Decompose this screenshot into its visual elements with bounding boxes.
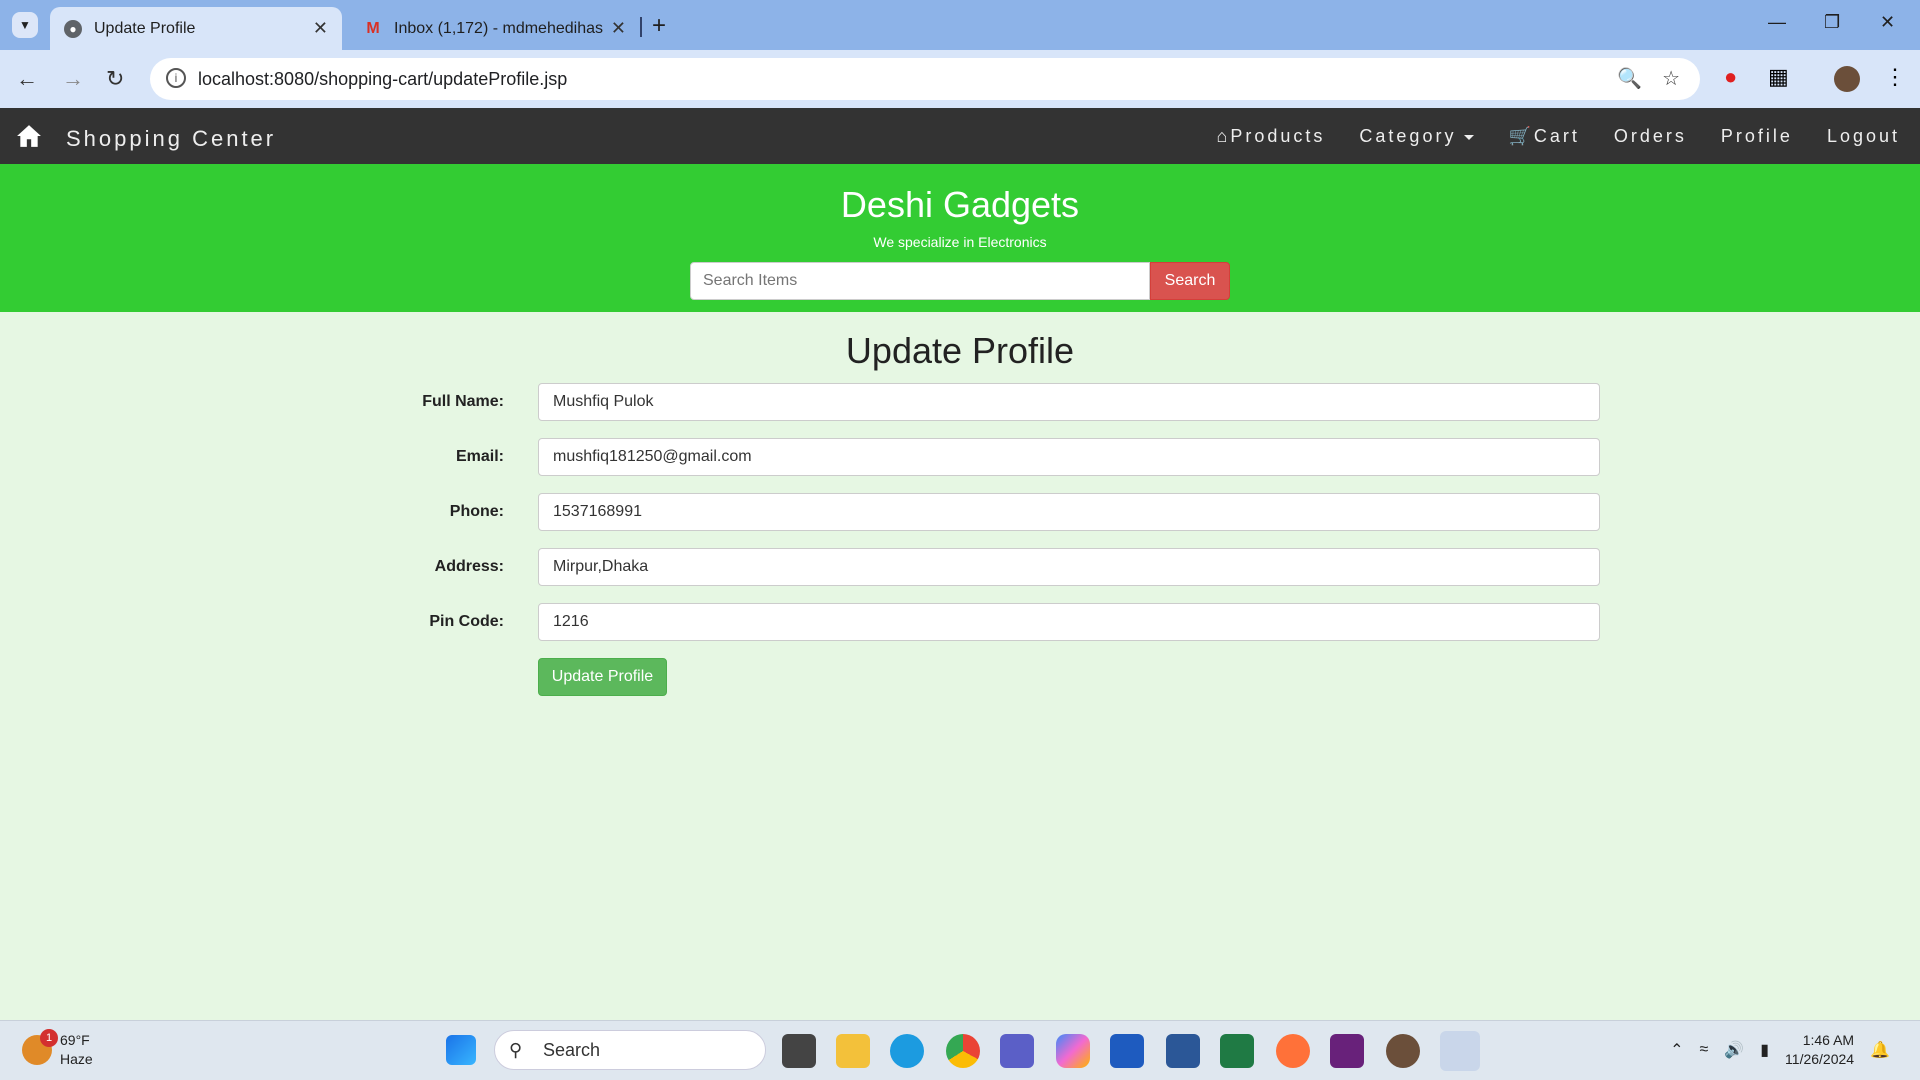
weather-widget[interactable]: 1 69°F Haze: [22, 1029, 93, 1069]
zoom-icon[interactable]: 🔍: [1617, 66, 1642, 91]
forward-icon[interactable]: →: [62, 66, 84, 92]
search-button[interactable]: Search: [1150, 262, 1230, 300]
full-name-label: Full Name:: [422, 393, 504, 410]
weather-icon: 1: [22, 1029, 58, 1065]
cart-icon: 🛒: [1508, 126, 1534, 146]
profile-avatar[interactable]: [1834, 66, 1860, 92]
system-tray: ⌃ ≈ 🔊 ▮ 1:46 AM 11/26/2024 🔔: [1670, 1031, 1890, 1069]
email-label: Email:: [455, 448, 504, 465]
bookmark-star-icon[interactable]: ☆: [1662, 66, 1680, 91]
windows-taskbar: 1 69°F Haze ⚲ Search ⌃ ≈ 🔊 ▮ 1:46 AM 11/…: [0, 1020, 1920, 1080]
wifi-icon[interactable]: ≈: [1700, 1041, 1709, 1059]
store-title: Deshi Gadgets: [840, 184, 1080, 225]
caret-down-icon: [1464, 134, 1475, 140]
search-icon: ⚲: [509, 1040, 523, 1060]
search-input[interactable]: [690, 262, 1150, 300]
edge-icon[interactable]: [890, 1034, 924, 1068]
extension-shield-icon[interactable]: ●: [1724, 64, 1737, 90]
brand-name[interactable]: Shopping Center: [66, 126, 276, 152]
taskbar-search[interactable]: ⚲ Search: [494, 1030, 766, 1070]
tab-update-profile[interactable]: ● Update Profile ✕: [50, 7, 342, 50]
notification-badge: 1: [40, 1029, 58, 1047]
firefox-icon[interactable]: [1276, 1034, 1310, 1068]
address-field[interactable]: [538, 548, 1600, 586]
email-field[interactable]: [538, 438, 1600, 476]
restore-icon[interactable]: ❐: [1824, 12, 1840, 33]
word-icon[interactable]: [1166, 1034, 1200, 1068]
form-row-pin-code: Pin Code:: [0, 603, 1920, 641]
form-row-email: Email:: [0, 438, 1920, 476]
address-label: Address:: [434, 558, 504, 575]
minimize-icon[interactable]: —: [1768, 12, 1786, 33]
form-row-phone: Phone:: [0, 493, 1920, 531]
form-row-address: Address:: [0, 548, 1920, 586]
hero-banner: Deshi Gadgets We specialize in Electroni…: [0, 164, 1920, 312]
url-text: localhost:8080/shopping-cart/updateProfi…: [198, 68, 568, 89]
new-tab-icon[interactable]: +: [652, 12, 666, 40]
form-row-full-name: Full Name:: [0, 383, 1920, 421]
nav-cart-label: Cart: [1533, 126, 1580, 146]
gmail-icon: M: [366, 19, 380, 37]
update-profile-button[interactable]: Update Profile: [538, 658, 667, 696]
tab-gmail-inbox[interactable]: M Inbox (1,172) - mdmehedihasan ✕: [350, 7, 640, 50]
store-tagline: We specialize in Electronics: [873, 234, 1047, 250]
file-explorer-icon[interactable]: [836, 1034, 870, 1068]
reload-icon[interactable]: ↻: [106, 66, 124, 92]
address-bar[interactable]: i localhost:8080/shopping-cart/updatePro…: [150, 58, 1700, 100]
browser-menu-icon[interactable]: ⋮: [1884, 64, 1906, 90]
close-tab-icon[interactable]: ✕: [313, 18, 328, 39]
clock[interactable]: 1:46 AM 11/26/2024: [1785, 1031, 1854, 1069]
app-avatar-icon[interactable]: [1386, 1034, 1420, 1068]
nav-products-label: Products: [1230, 126, 1326, 146]
nav-links: ⌂Products Category 🛒Cart Orders Profile …: [1216, 126, 1900, 147]
tab-separator: [640, 17, 642, 37]
visual-studio-icon[interactable]: [1330, 1034, 1364, 1068]
nav-profile[interactable]: Profile: [1721, 126, 1793, 147]
close-window-icon[interactable]: ✕: [1880, 12, 1895, 33]
nav-logout[interactable]: Logout: [1827, 126, 1900, 147]
home-icon: ⌂: [1216, 126, 1231, 146]
copilot-icon[interactable]: [1056, 1034, 1090, 1068]
pin-code-field[interactable]: [538, 603, 1600, 641]
chrome-active-icon[interactable]: [1440, 1031, 1480, 1071]
site-info-icon[interactable]: i: [166, 68, 186, 88]
globe-icon: ●: [64, 19, 82, 38]
store-icon[interactable]: [1110, 1034, 1144, 1068]
browser-tab-bar: ▼ ● Update Profile ✕ M Inbox (1,172) - m…: [0, 0, 1920, 50]
battery-icon[interactable]: ▮: [1760, 1040, 1769, 1060]
nav-category[interactable]: Category: [1359, 126, 1475, 147]
task-view-icon[interactable]: [782, 1034, 816, 1068]
clock-date: 11/26/2024: [1785, 1051, 1855, 1067]
phone-label: Phone:: [449, 503, 504, 520]
tab-title: Inbox (1,172) - mdmehedihasan: [394, 19, 603, 37]
pin-code-label: Pin Code:: [429, 613, 504, 630]
weather-temp: 69°F: [60, 1032, 90, 1048]
notification-bell-icon[interactable]: 🔔: [1870, 1040, 1890, 1060]
search-form: Search: [690, 262, 1230, 300]
clock-time: 1:46 AM: [1802, 1032, 1855, 1048]
teams-icon[interactable]: [1000, 1034, 1034, 1068]
tab-search-dropdown[interactable]: ▼: [12, 12, 38, 38]
page-title: Update Profile: [845, 330, 1075, 371]
excel-icon[interactable]: [1220, 1034, 1254, 1068]
weather-desc: Haze: [60, 1051, 93, 1067]
full-name-field[interactable]: [538, 383, 1600, 421]
tray-overflow-icon[interactable]: ⌃: [1670, 1040, 1683, 1060]
windows-start-icon[interactable]: [446, 1035, 476, 1065]
chrome-icon[interactable]: [946, 1034, 980, 1068]
tab-title: Update Profile: [94, 19, 196, 37]
site-navbar: Shopping Center ⌂Products Category 🛒Cart…: [0, 108, 1920, 164]
taskbar-search-label: Search: [543, 1039, 601, 1060]
nav-products[interactable]: ⌂Products: [1216, 126, 1325, 147]
nav-category-label: Category: [1359, 126, 1457, 146]
nav-cart[interactable]: 🛒Cart: [1508, 126, 1579, 147]
nav-orders[interactable]: Orders: [1614, 126, 1687, 147]
close-tab-icon[interactable]: ✕: [611, 18, 626, 39]
phone-field[interactable]: [538, 493, 1600, 531]
extensions-puzzle-icon[interactable]: ▦: [1768, 64, 1789, 90]
home-icon[interactable]: [16, 124, 42, 148]
volume-icon[interactable]: 🔊: [1724, 1040, 1744, 1060]
back-icon[interactable]: ←: [16, 66, 38, 92]
